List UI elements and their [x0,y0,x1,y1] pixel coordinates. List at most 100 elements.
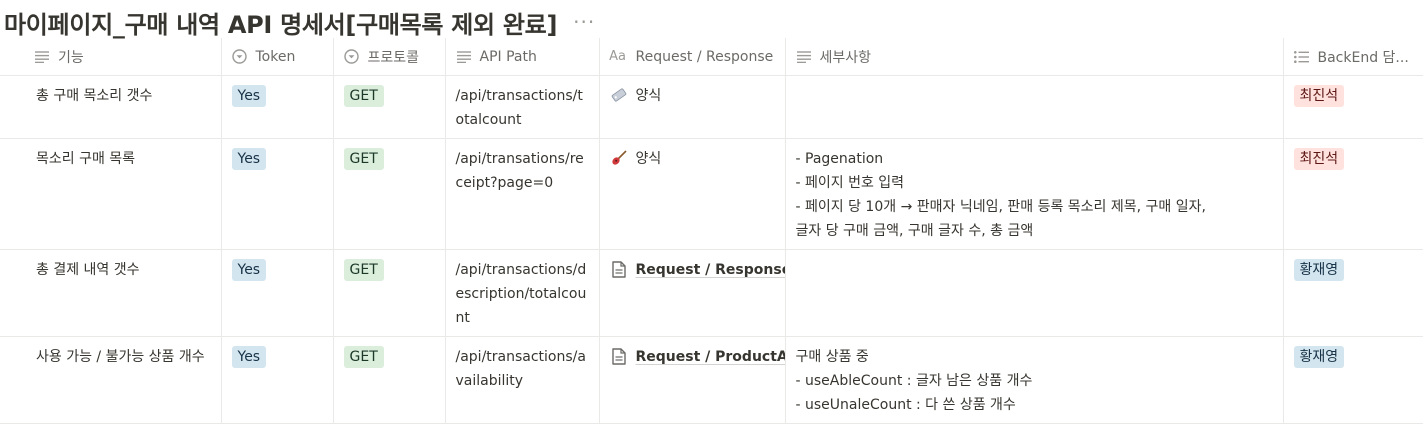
detail-line: - useUnaleCount : 다 쓴 상품 개수 [795,397,1016,413]
cell-token[interactable]: Yes [221,138,334,250]
column-header-path[interactable]: API Path [445,38,600,76]
list-icon [1294,49,1310,65]
cell-method[interactable]: GET [333,138,446,250]
text-lines-icon [34,49,50,65]
column-header-label: 기능 [58,49,84,66]
text-lines-icon [796,49,812,65]
table-row[interactable]: 사용 가능 / 불가능 상품 개수 Yes GET /api/transacti… [0,336,1423,424]
cell-backend[interactable]: 최진석 [1283,138,1423,250]
detail-line: 구매 상품 중 [795,349,869,365]
detail-line: 글자 당 구매 금액, 구매 글자 수, 총 금액 [795,223,1034,239]
table-row[interactable]: 총 구매 목소리 갯수 Yes GET /api/transactions/to… [0,75,1423,139]
table-row[interactable]: 목소리 구매 목록 Yes GET /api/transations/recei… [0,138,1423,250]
select-icon [232,49,248,65]
reqres-link[interactable]: Request / Response [600,250,785,288]
backend-owner-tag: 황재영 [1293,346,1345,368]
title-aa-icon: Aa [609,49,626,64]
cell-path[interactable]: /api/transactions/totalcount [445,75,600,139]
method-tag: GET [343,85,384,107]
api-path: /api/transactions/description/totalcount [455,262,587,326]
reqres-link[interactable]: Request / ProductAva [600,337,785,375]
cell-name[interactable]: 사용 가능 / 불가능 상품 개수 [0,336,222,424]
method-tag: GET [343,259,384,281]
cell-backend[interactable]: 최진석 [1283,75,1423,139]
document-icon [610,258,628,280]
column-header-detail[interactable]: 세부사항 [785,38,1284,76]
cell-name[interactable]: 총 결제 내역 갯수 [0,249,222,337]
cell-name[interactable]: 목소리 구매 목록 [0,138,222,250]
column-header-label: 세부사항 [819,49,872,66]
detail-text [786,250,1283,264]
api-path: /api/transactions/totalcount [455,88,583,128]
text-lines-icon [456,49,472,65]
token-tag: Yes [231,259,267,281]
api-path: /api/transations/receipt?page=0 [455,151,584,191]
detail-text: - Pagenation - 페이지 번호 입력 - 페이지 당 10개 → 판매자… [786,139,1283,249]
reqres-label: 양식 [635,151,662,167]
column-header-label: Token [255,48,296,65]
cell-token[interactable]: Yes [221,249,334,337]
feature-name: 목소리 구매 목록 [36,151,136,167]
cell-method[interactable]: GET [333,249,446,337]
backend-owner-tag: 황재영 [1293,259,1345,281]
more-options-icon[interactable]: ··· [573,10,595,34]
cell-backend[interactable]: 황재영 [1283,249,1423,337]
column-header-label: 프로토콜 [367,49,420,66]
detail-line: - 페이지 당 10개 → 판매자 닉네임, 판매 등록 목소리 제목, 구매 … [795,199,1206,215]
page-title: 마이페이지_구매 내역 API 명세서[구매목록 제외 완료] [4,10,558,39]
cell-reqres[interactable]: Request / ProductAva [599,336,786,424]
cell-token[interactable]: Yes [221,336,334,424]
column-header-token[interactable]: Token [221,38,334,76]
table-row[interactable]: 총 결제 내역 갯수 Yes GET /api/transactions/des… [0,249,1423,337]
reqres-label: 양식 [635,88,662,104]
cell-reqres[interactable]: Request / Response [599,249,786,337]
feature-name: 사용 가능 / 불가능 상품 개수 [36,349,205,365]
reqres-label: Request / ProductAva [635,349,785,365]
cell-token[interactable]: Yes [221,75,334,139]
cell-method[interactable]: GET [333,336,446,424]
cell-reqres[interactable]: 양식 [599,138,786,250]
cell-detail[interactable]: 구매 상품 중 - useAbleCount : 글자 남은 상품 개수 - use… [785,336,1284,424]
tag-icon [610,84,628,106]
column-header-name[interactable]: 기능 [0,38,222,76]
cell-method[interactable]: GET [333,75,446,139]
table-body: 총 구매 목소리 갯수 Yes GET /api/transactions/to… [0,75,1423,424]
column-header-label: Request / Response [635,48,774,65]
api-path: /api/transactions/availability [455,349,586,389]
detail-line: - Pagenation [795,151,884,167]
detail-text [786,76,1283,90]
detail-text: 구매 상품 중 - useAbleCount : 글자 남은 상품 개수 - use… [786,337,1283,423]
cell-name[interactable]: 총 구매 목소리 갯수 [0,75,222,139]
api-spec-table: 기능 Token 프로토콜 API Path Aa Request / Resp… [0,38,1423,424]
detail-line: - 페이지 번호 입력 [795,175,905,191]
document-icon [610,345,628,367]
cell-path[interactable]: /api/transations/receipt?page=0 [445,138,600,250]
reqres-label: Request / Response [635,262,785,278]
guitar-icon [610,147,628,169]
cell-backend[interactable]: 황재영 [1283,336,1423,424]
cell-detail[interactable] [785,249,1284,337]
column-header-label: API Path [479,48,537,65]
backend-owner-tag: 최진석 [1293,148,1345,170]
select-icon [344,49,360,65]
reqres-link[interactable]: 양식 [600,139,785,177]
cell-path[interactable]: /api/transactions/availability [445,336,600,424]
cell-path[interactable]: /api/transactions/description/totalcount [445,249,600,337]
feature-name: 총 구매 목소리 갯수 [36,88,153,104]
backend-owner-tag: 최진석 [1293,85,1345,107]
reqres-link[interactable]: 양식 [600,76,785,114]
column-header-backend[interactable]: BackEnd 담... [1283,38,1423,76]
column-header-label: BackEnd 담... [1317,49,1409,66]
column-header-reqres[interactable]: Aa Request / Response [599,38,786,76]
header-row: 기능 Token 프로토콜 API Path Aa Request / Resp… [0,38,1423,76]
token-tag: Yes [231,85,267,107]
cell-reqres[interactable]: 양식 [599,75,786,139]
detail-line: - useAbleCount : 글자 남은 상품 개수 [795,373,1033,389]
cell-detail[interactable]: - Pagenation - 페이지 번호 입력 - 페이지 당 10개 → 판매자… [785,138,1284,250]
cell-detail[interactable] [785,75,1284,139]
column-header-method[interactable]: 프로토콜 [333,38,446,76]
feature-name: 총 결제 내역 갯수 [36,262,140,278]
token-tag: Yes [231,148,267,170]
method-tag: GET [343,346,384,368]
token-tag: Yes [231,346,267,368]
